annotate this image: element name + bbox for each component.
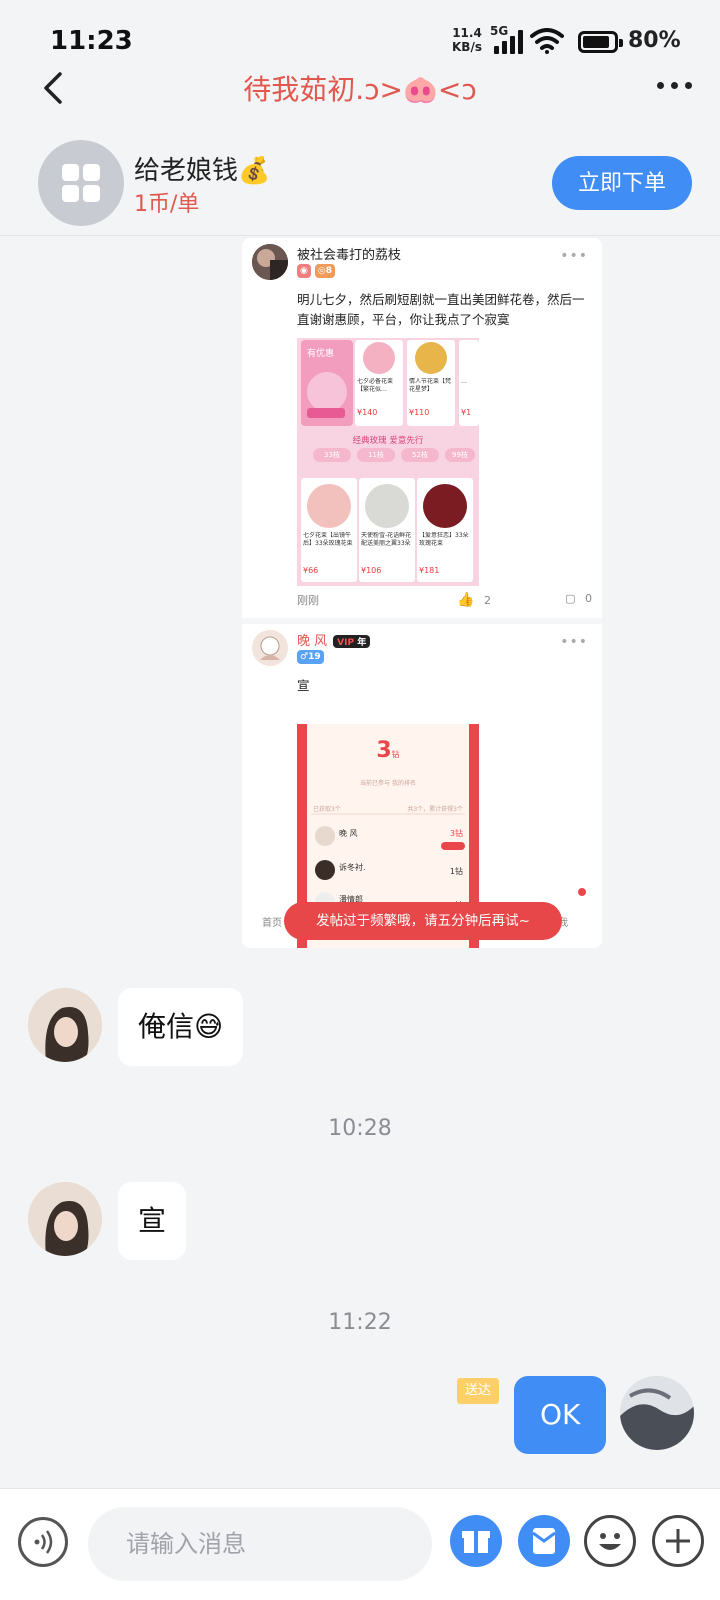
thumbs-up-icon: 👍 [457, 592, 475, 608]
message-timestamp: 10:28 [328, 1116, 392, 1141]
avatar[interactable] [28, 988, 102, 1062]
rank-name: 晚 风 [339, 829, 358, 838]
network-speed-value: 11.4 [452, 26, 482, 40]
size-tab: 33枝 [324, 451, 340, 459]
network-speed: 11.4 KB/s [452, 26, 482, 54]
post-more-icon: ••• [560, 248, 588, 264]
shared-screenshot[interactable]: 被社会毒打的荔枝 ◉ ◎8 ••• 明儿七夕，然后刷短剧就一直出美团鲜花卷，然后… [242, 238, 602, 948]
product-price: ¥140 [357, 408, 378, 417]
message-bubble[interactable]: 俺信😅 [118, 988, 244, 1066]
avatar[interactable] [28, 1182, 102, 1256]
diamond-value: 3 [376, 738, 392, 763]
rank-header-left: 已获取3个 [313, 806, 341, 813]
post-author: 晚 风 VIP 年 [297, 630, 371, 649]
level-value: 19 [308, 652, 321, 662]
rank-value: 1钻 [449, 867, 463, 876]
rank-sub: 当前已参与 我的排名 [360, 780, 416, 787]
message-bubble-sent[interactable]: OK [514, 1376, 607, 1454]
order-now-button[interactable]: 立即下单 [552, 156, 692, 210]
delivered-tag: 送达 [457, 1378, 500, 1404]
service-banner: 给老娘钱💰 1币/单 立即下单 [0, 126, 720, 236]
vip-badge: VIP 年 [333, 635, 371, 648]
product-desc: 七夕必备花束【繁花似… [357, 378, 394, 393]
promo-banner-title: 有优惠 [307, 349, 335, 359]
post-item: 晚 风 VIP 年 ♂19 ••• 宣 3钻 当前已参与 我的排名 已获取3个 共… [242, 624, 602, 948]
product-price: ¥66 [303, 566, 319, 575]
battery-percent: 80% [628, 28, 681, 53]
service-title: 给老娘钱💰 [134, 156, 271, 186]
voice-icon[interactable] [18, 1517, 68, 1567]
diamond-unit: 钻 [391, 750, 400, 759]
user-badges: ♂19 [297, 650, 324, 664]
wifi-icon [530, 28, 564, 54]
post-author: 被社会毒打的荔枝 [297, 248, 402, 263]
apps-grid-icon [62, 164, 100, 202]
service-avatar [38, 140, 124, 226]
product-price: ¥1 [461, 408, 472, 417]
add-icon[interactable] [652, 1515, 704, 1567]
red-packet-icon[interactable] [518, 1515, 570, 1567]
product-desc: … [461, 378, 467, 385]
size-tab: 11枝 [368, 451, 384, 459]
message-bubble[interactable]: 宣 [118, 1182, 187, 1260]
level-value: 8 [325, 266, 332, 276]
promo-section-title: 经典玫瑰 爱意先行 [352, 436, 424, 446]
chat-header: 待我茹初.ↄ>🐽<ↄ [0, 60, 720, 116]
size-tab: 52枝 [412, 451, 428, 459]
user-badges: ◉ ◎8 [297, 264, 335, 278]
product-price: ¥181 [419, 566, 440, 575]
comments-value: 0 [585, 592, 592, 605]
post-time: 刚刚 [297, 594, 319, 607]
vip-label: VIP [337, 638, 355, 648]
product-desc: 情人节花束【梵花星梦】 [409, 378, 452, 393]
post-author-name: 晚 风 [297, 634, 328, 649]
post-text: 明儿七夕，然后刷短剧就一直出美团鲜花卷，然后一直谢谢惠顾，平台，你让我点了个寂寞 [297, 292, 585, 327]
emoji-icon[interactable] [584, 1515, 636, 1567]
location-icon: ◉ [297, 264, 311, 278]
message-timestamp: 11:22 [328, 1310, 392, 1335]
input-bar [0, 1488, 720, 1600]
battery-icon [578, 31, 623, 53]
post-item: 被社会毒打的荔枝 ◉ ◎8 ••• 明儿七夕，然后刷短剧就一直出美团鲜花卷，然后… [242, 238, 602, 618]
post-text: 宣 [297, 678, 310, 693]
rank-value: 3钻 [449, 829, 463, 838]
comment-count: ▢ 0 [565, 592, 592, 605]
chat-title: 待我茹初.ↄ>🐽<ↄ [243, 73, 477, 106]
signal-icon [494, 30, 523, 54]
size-tab: 99枝 [452, 451, 468, 459]
post-image: 有优惠 经典玫瑰 爱意先行 33枝 11枝 52枝 99枝 七夕必备花束【繁花似… [297, 338, 479, 586]
status-time: 11:23 [50, 26, 133, 56]
level-badge: ♂19 [297, 650, 324, 664]
avatar [252, 630, 288, 666]
like-count: 👍 2 [457, 592, 491, 608]
product-desc: 天使粉雪-花语鲜花配送美丽之翼33朵 [361, 532, 412, 547]
product-desc: 【爱意狂恋】33朵玫瑰花束 [419, 532, 469, 547]
level-badge: ◎8 [314, 264, 335, 278]
message-input[interactable] [88, 1507, 432, 1581]
service-price: 1币/单 [134, 192, 200, 217]
network-speed-unit: KB/s [452, 40, 482, 54]
vip-suffix: 年 [357, 638, 367, 648]
gift-icon[interactable] [450, 1515, 502, 1567]
avatar [252, 244, 288, 280]
my-avatar[interactable] [620, 1376, 694, 1450]
rank-header-right: 共3个，累计获得3个 [407, 806, 463, 813]
product-price: ¥106 [361, 566, 382, 575]
home-tab-label: 首页 [262, 918, 282, 929]
post-more-icon: ••• [560, 634, 588, 650]
more-options-icon[interactable] [657, 82, 692, 89]
rate-limit-toast: 发帖过于频繁哦，请五分钟后再试~ [284, 902, 562, 940]
product-price: ¥110 [409, 408, 430, 417]
product-desc: 七夕花束【出镜午后】33朵玫瑰花束 [303, 532, 353, 547]
comment-icon: ▢ [565, 592, 576, 605]
likes-value: 2 [483, 594, 491, 607]
post-footer: 刚刚 👍 2 ▢ 0 [297, 592, 592, 612]
diamond-total: 3钻 [297, 738, 479, 763]
rank-name: 诉冬衬. [339, 863, 366, 872]
notification-dot [578, 888, 586, 896]
